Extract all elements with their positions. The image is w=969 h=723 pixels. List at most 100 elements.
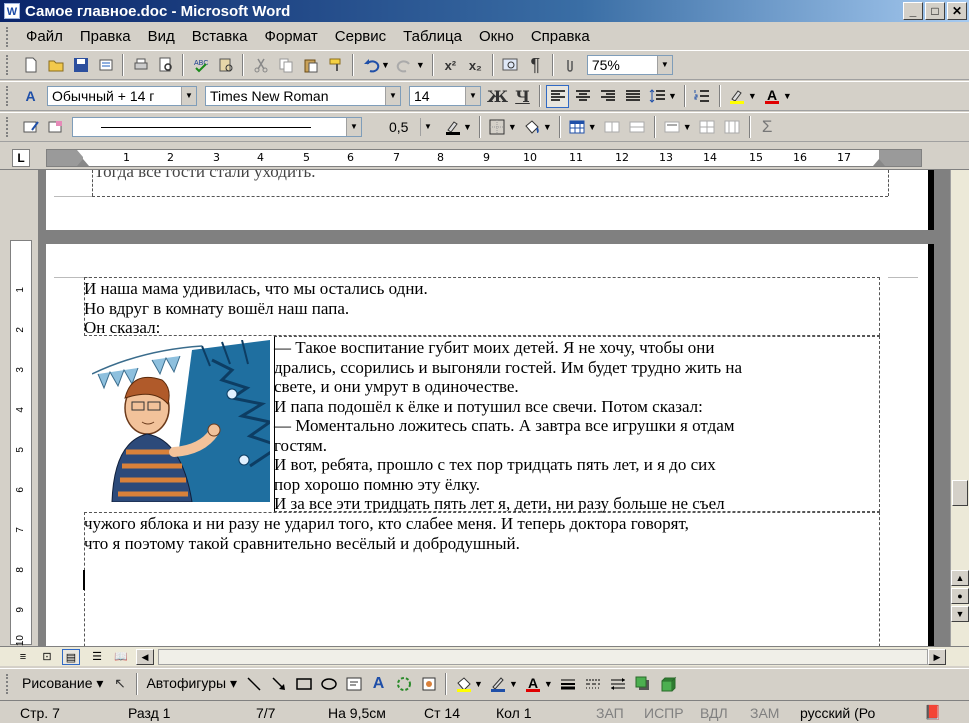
oval-tool-icon[interactable] (317, 672, 340, 695)
split-cells-icon[interactable] (626, 116, 649, 139)
status-track-changes[interactable]: ИСПР (644, 705, 684, 721)
minimize-button[interactable]: _ (903, 2, 923, 20)
3d-style-icon[interactable] (657, 672, 680, 695)
left-indent-marker-icon[interactable] (77, 150, 89, 157)
status-overtype[interactable]: ЗАМ (750, 705, 779, 721)
save-icon[interactable] (69, 54, 92, 77)
insert-table-dropdown-icon[interactable]: ▼ (588, 122, 597, 132)
border-color-icon[interactable] (441, 116, 464, 139)
wordart-icon[interactable]: A (367, 672, 390, 695)
horizontal-ruler[interactable]: 1 2 3 4 5 6 7 8 9 10 11 12 13 14 15 16 1… (46, 149, 922, 167)
underline-button[interactable]: Ч (511, 85, 534, 108)
menu-insert[interactable]: Вставка (184, 28, 256, 45)
research-icon[interactable] (214, 54, 237, 77)
draw-font-color-icon[interactable]: A (522, 672, 545, 695)
attach-icon[interactable] (559, 54, 582, 77)
scroll-left-icon[interactable]: ◀ (136, 649, 154, 665)
menu-edit[interactable]: Правка (72, 28, 139, 45)
print-icon[interactable] (129, 54, 152, 77)
undo-icon[interactable] (359, 54, 382, 77)
menu-help[interactable]: Справка (523, 28, 598, 45)
outline-view-icon[interactable]: ☰ (88, 649, 106, 665)
font-dropdown-icon[interactable]: ▼ (385, 87, 400, 105)
highlight-icon[interactable] (726, 85, 749, 108)
shadow-style-icon[interactable] (632, 672, 655, 695)
line-spacing-dropdown-icon[interactable]: ▼ (668, 91, 677, 101)
redo-icon[interactable] (394, 54, 417, 77)
rectangle-tool-icon[interactable] (292, 672, 315, 695)
line-weight-dropdown-icon[interactable]: ▼ (420, 118, 435, 136)
border-color-dropdown-icon[interactable]: ▼ (463, 122, 472, 132)
line-style-icon[interactable] (557, 672, 580, 695)
prev-page-icon[interactable]: ▲ (951, 570, 969, 586)
align-cell-dropdown-icon[interactable]: ▼ (683, 122, 692, 132)
highlight-dropdown-icon[interactable]: ▼ (748, 91, 757, 101)
font-color-icon[interactable]: A (761, 85, 784, 108)
arrow-tool-icon[interactable] (267, 672, 290, 695)
permission-icon[interactable] (94, 54, 117, 77)
justify-icon[interactable] (621, 85, 644, 108)
zoom-dropdown-icon[interactable]: ▼ (656, 56, 672, 74)
drawing-menu-button[interactable]: Рисование ▾ (18, 675, 107, 692)
format-painter-icon[interactable] (324, 54, 347, 77)
reading-view-icon[interactable]: 📖 (112, 649, 130, 665)
undo-dropdown-icon[interactable]: ▼ (381, 60, 390, 70)
text-box-icon[interactable] (342, 672, 365, 695)
menu-grip[interactable] (6, 26, 10, 47)
hanging-indent-marker-icon[interactable] (77, 159, 89, 166)
word-app-icon[interactable]: W (4, 3, 20, 19)
maximize-button[interactable]: □ (925, 2, 945, 20)
cut-icon[interactable] (249, 54, 272, 77)
fill-color-icon[interactable] (452, 672, 475, 695)
styles-pane-icon[interactable]: A (19, 85, 42, 108)
autosum-icon[interactable]: Σ (756, 116, 779, 139)
align-left-icon[interactable] (546, 84, 569, 108)
paragraph-bottom[interactable]: чужого яблока и ни разу не ударил того, … (84, 514, 689, 553)
document-map-icon[interactable] (499, 54, 522, 77)
line-tool-icon[interactable] (242, 672, 265, 695)
subscript-icon[interactable]: x₂ (464, 54, 487, 77)
numbering-icon[interactable] (691, 85, 714, 108)
line-spacing-icon[interactable] (646, 85, 669, 108)
menu-view[interactable]: Вид (140, 28, 183, 45)
align-cell-icon[interactable] (661, 116, 684, 139)
line-color-icon[interactable] (487, 672, 510, 695)
eraser-icon[interactable] (44, 116, 67, 139)
normal-view-icon[interactable]: ≡ (14, 649, 32, 665)
status-language[interactable]: русский (Ро (800, 705, 875, 721)
fill-color-dropdown-icon[interactable]: ▼ (474, 679, 483, 689)
select-objects-icon[interactable]: ↖ (108, 672, 131, 695)
style-select[interactable]: Обычный + 14 г ▼ (47, 86, 197, 106)
line-weight-select[interactable]: 0,5 ▼ (370, 117, 436, 137)
toolbar-grip[interactable] (6, 673, 10, 694)
menu-file[interactable]: Файл (18, 28, 71, 45)
toolbar-grip[interactable] (6, 55, 10, 75)
diagram-icon[interactable] (392, 672, 415, 695)
menu-table[interactable]: Таблица (395, 28, 470, 45)
line-style-select[interactable]: ▼ (72, 117, 362, 137)
clip-art-icon[interactable] (417, 672, 440, 695)
vertical-ruler[interactable]: 1 2 3 4 5 6 7 8 9 10 (10, 240, 32, 646)
paragraph-wrap[interactable]: — Такое воспитание губит моих детей. Я н… (274, 338, 742, 514)
bold-button[interactable]: Ж (486, 85, 509, 108)
shading-icon[interactable] (521, 116, 544, 139)
toolbar-grip[interactable] (6, 117, 10, 137)
right-indent-marker-icon[interactable] (873, 159, 885, 166)
previous-page[interactable]: Тогда всё гости стали уходить. (46, 170, 928, 230)
tab-selector[interactable]: L (12, 149, 30, 167)
copy-icon[interactable] (274, 54, 297, 77)
font-color-dropdown-icon[interactable]: ▼ (783, 91, 792, 101)
menu-format[interactable]: Формат (256, 28, 325, 45)
scroll-right-icon[interactable]: ▶ (928, 649, 946, 665)
shading-dropdown-icon[interactable]: ▼ (543, 122, 552, 132)
borders-dropdown-icon[interactable]: ▼ (508, 122, 517, 132)
select-browse-object-icon[interactable]: ● (951, 588, 969, 604)
status-record-macro[interactable]: ЗАП (596, 705, 624, 721)
close-button[interactable]: ✕ (947, 2, 967, 20)
superscript-icon[interactable]: x² (439, 54, 462, 77)
font-select[interactable]: Times New Roman ▼ (205, 86, 401, 106)
illustration-man-with-christmas-tree[interactable] (91, 339, 284, 503)
style-dropdown-icon[interactable]: ▼ (181, 87, 196, 105)
insert-table-icon[interactable] (566, 116, 589, 139)
open-folder-icon[interactable] (44, 54, 67, 77)
